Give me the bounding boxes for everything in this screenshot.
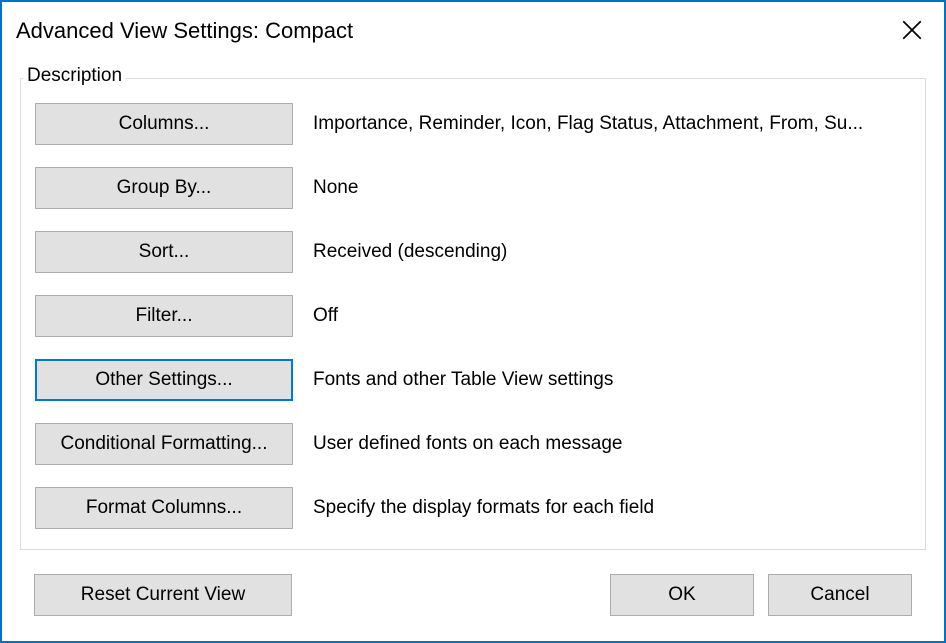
sort-description: Received (descending) bbox=[313, 241, 911, 263]
reset-view-button[interactable]: Reset Current View bbox=[34, 574, 292, 616]
conditional-formatting-button[interactable]: Conditional Formatting... bbox=[35, 423, 293, 465]
dialog-window: Advanced View Settings: Compact Descript… bbox=[0, 0, 946, 643]
filter-description: Off bbox=[313, 305, 911, 327]
description-fieldset: Description Columns... Importance, Remin… bbox=[20, 78, 926, 550]
cancel-button[interactable]: Cancel bbox=[768, 574, 912, 616]
row-other-settings: Other Settings... Fonts and other Table … bbox=[35, 359, 911, 401]
close-button[interactable] bbox=[888, 10, 936, 50]
columns-button[interactable]: Columns... bbox=[35, 103, 293, 145]
row-filter: Filter... Off bbox=[35, 295, 911, 337]
format-columns-button[interactable]: Format Columns... bbox=[35, 487, 293, 529]
other-settings-description: Fonts and other Table View settings bbox=[313, 369, 911, 391]
conditional-formatting-description: User defined fonts on each message bbox=[313, 433, 911, 455]
groupby-description: None bbox=[313, 177, 911, 199]
ok-button[interactable]: OK bbox=[610, 574, 754, 616]
dialog-content: Description Columns... Importance, Remin… bbox=[2, 58, 944, 641]
other-settings-button[interactable]: Other Settings... bbox=[35, 359, 293, 401]
row-groupby: Group By... None bbox=[35, 167, 911, 209]
footer-left: Reset Current View bbox=[34, 574, 292, 616]
row-format-columns: Format Columns... Specify the display fo… bbox=[35, 487, 911, 529]
row-sort: Sort... Received (descending) bbox=[35, 231, 911, 273]
row-columns: Columns... Importance, Reminder, Icon, F… bbox=[35, 103, 911, 145]
row-conditional-formatting: Conditional Formatting... User defined f… bbox=[35, 423, 911, 465]
close-icon bbox=[902, 20, 922, 40]
sort-button[interactable]: Sort... bbox=[35, 231, 293, 273]
fieldset-legend: Description bbox=[23, 65, 126, 87]
footer-right: OK Cancel bbox=[610, 574, 912, 616]
groupby-button[interactable]: Group By... bbox=[35, 167, 293, 209]
filter-button[interactable]: Filter... bbox=[35, 295, 293, 337]
window-title: Advanced View Settings: Compact bbox=[16, 10, 353, 44]
dialog-footer: Reset Current View OK Cancel bbox=[20, 574, 926, 616]
titlebar: Advanced View Settings: Compact bbox=[2, 2, 944, 58]
format-columns-description: Specify the display formats for each fie… bbox=[313, 497, 911, 519]
columns-description: Importance, Reminder, Icon, Flag Status,… bbox=[313, 113, 911, 135]
